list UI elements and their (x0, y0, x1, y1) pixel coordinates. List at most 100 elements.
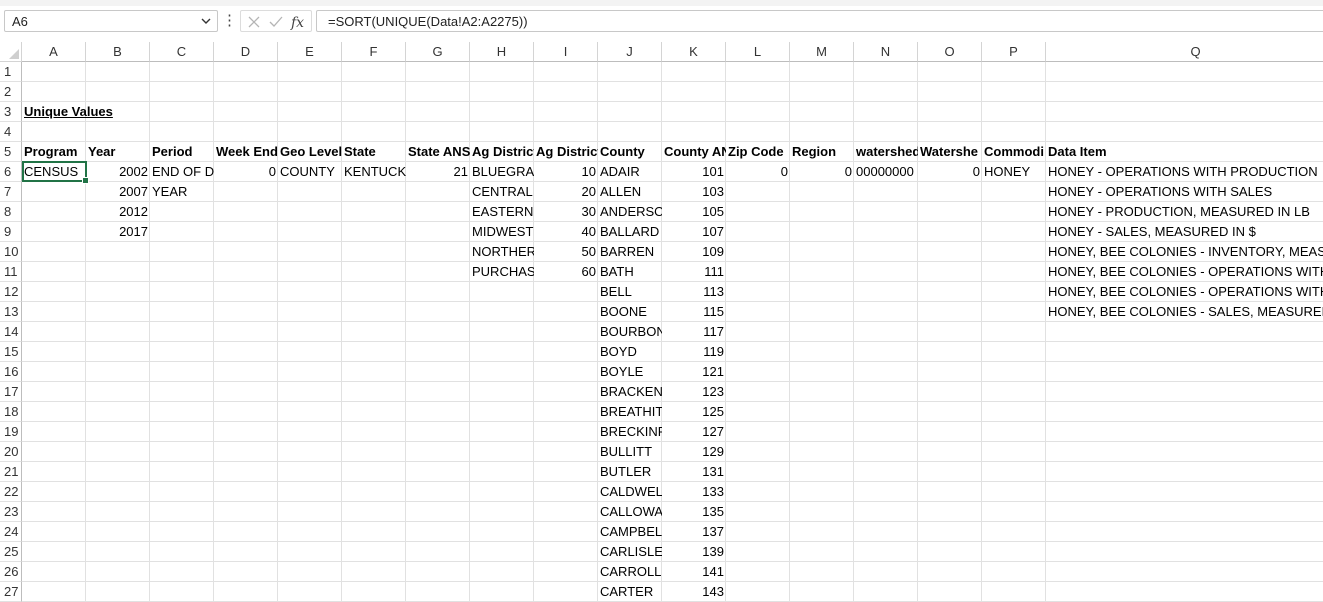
table-cell[interactable]: KENTUCKY (342, 162, 406, 182)
column-label[interactable]: Watershe (918, 142, 982, 162)
column-label[interactable]: Region (790, 142, 854, 162)
table-cell[interactable]: CENTRAL (470, 182, 534, 202)
table-cell[interactable]: BRACKEN (598, 382, 662, 402)
table-cell[interactable]: BALLARD (598, 222, 662, 242)
table-cell[interactable]: CENSUS (22, 162, 86, 182)
table-cell[interactable]: BULLITT (598, 442, 662, 462)
table-cell[interactable]: HONEY (982, 162, 1046, 182)
table-cell[interactable]: 2017 (86, 222, 150, 242)
column-header-h[interactable]: H (470, 42, 534, 62)
table-cell[interactable]: 123 (662, 382, 726, 402)
row-header-18[interactable]: 18 (0, 402, 22, 422)
column-label[interactable]: State (342, 142, 406, 162)
row-header-20[interactable]: 20 (0, 442, 22, 462)
column-header-n[interactable]: N (854, 42, 918, 62)
column-header-k[interactable]: K (662, 42, 726, 62)
column-label[interactable]: County AN (662, 142, 726, 162)
table-cell[interactable]: BATH (598, 262, 662, 282)
table-cell[interactable]: 0 (214, 162, 278, 182)
sheet-title[interactable]: Unique Values (22, 102, 222, 122)
column-header-a[interactable]: A (22, 42, 86, 62)
column-header-d[interactable]: D (214, 42, 278, 62)
table-cell[interactable]: 0 (918, 162, 982, 182)
table-cell[interactable]: END OF DE (150, 162, 214, 182)
table-cell[interactable]: YEAR (150, 182, 214, 202)
table-cell[interactable]: 105 (662, 202, 726, 222)
table-cell[interactable]: 40 (534, 222, 598, 242)
row-header-21[interactable]: 21 (0, 462, 22, 482)
table-cell[interactable]: COUNTY (278, 162, 342, 182)
row-header-27[interactable]: 27 (0, 582, 22, 602)
table-cell[interactable]: PURCHASE (470, 262, 534, 282)
table-cell[interactable]: 115 (662, 302, 726, 322)
table-cell[interactable]: BRECKINR (598, 422, 662, 442)
table-cell[interactable]: 10 (534, 162, 598, 182)
table-cell[interactable]: 2002 (86, 162, 150, 182)
table-cell[interactable]: NORTHERI (470, 242, 534, 262)
row-header-15[interactable]: 15 (0, 342, 22, 362)
table-cell[interactable]: BELL (598, 282, 662, 302)
column-header-g[interactable]: G (406, 42, 470, 62)
table-cell[interactable]: 20 (534, 182, 598, 202)
table-cell[interactable]: EASTERN ( (470, 202, 534, 222)
table-cell[interactable]: 119 (662, 342, 726, 362)
row-header-14[interactable]: 14 (0, 322, 22, 342)
row-header-8[interactable]: 8 (0, 202, 22, 222)
table-cell[interactable]: HONEY, BEE COLONIES - OPERATIONS WITH S. (1046, 282, 1323, 302)
row-header-3[interactable]: 3 (0, 102, 22, 122)
table-cell[interactable]: 139 (662, 542, 726, 562)
table-cell[interactable]: 2012 (86, 202, 150, 222)
table-cell[interactable]: MIDWESTI (470, 222, 534, 242)
table-cell[interactable]: CARTER (598, 582, 662, 602)
table-cell[interactable]: BOONE (598, 302, 662, 322)
column-header-q[interactable]: Q (1046, 42, 1323, 62)
row-header-6[interactable]: 6 (0, 162, 22, 182)
formula-input[interactable]: =SORT(UNIQUE(Data!A2:A2275)) (316, 10, 1323, 32)
column-label[interactable]: County (598, 142, 662, 162)
row-header-22[interactable]: 22 (0, 482, 22, 502)
table-cell[interactable]: 30 (534, 202, 598, 222)
row-header-4[interactable]: 4 (0, 122, 22, 142)
row-header-10[interactable]: 10 (0, 242, 22, 262)
row-header-25[interactable]: 25 (0, 542, 22, 562)
row-header-26[interactable]: 26 (0, 562, 22, 582)
row-header-5[interactable]: 5 (0, 142, 22, 162)
row-header-2[interactable]: 2 (0, 82, 22, 102)
column-label[interactable]: Zip Code (726, 142, 790, 162)
column-header-m[interactable]: M (790, 42, 854, 62)
row-header-11[interactable]: 11 (0, 262, 22, 282)
table-cell[interactable]: HONEY, BEE COLONIES - OPERATIONS WITH IN (1046, 262, 1323, 282)
row-header-24[interactable]: 24 (0, 522, 22, 542)
table-cell[interactable]: ADAIR (598, 162, 662, 182)
table-cell[interactable]: CALLOWA (598, 502, 662, 522)
table-cell[interactable]: 60 (534, 262, 598, 282)
table-cell[interactable]: BUTLER (598, 462, 662, 482)
table-cell[interactable]: BLUEGRAS (470, 162, 534, 182)
checkmark-icon[interactable] (267, 13, 285, 31)
table-cell[interactable]: 101 (662, 162, 726, 182)
table-cell[interactable]: HONEY - OPERATIONS WITH SALES (1046, 182, 1323, 202)
table-cell[interactable]: HONEY - OPERATIONS WITH PRODUCTION (1046, 162, 1323, 182)
table-cell[interactable]: 103 (662, 182, 726, 202)
row-header-7[interactable]: 7 (0, 182, 22, 202)
table-cell[interactable]: HONEY - SALES, MEASURED IN $ (1046, 222, 1323, 242)
column-label[interactable]: Ag District (470, 142, 534, 162)
name-box[interactable]: A6 (4, 10, 218, 32)
column-label[interactable]: Data Item (1046, 142, 1323, 162)
table-cell[interactable]: ANDERSO (598, 202, 662, 222)
column-label[interactable]: Year (86, 142, 150, 162)
table-cell[interactable]: 111 (662, 262, 726, 282)
row-header-13[interactable]: 13 (0, 302, 22, 322)
table-cell[interactable]: 107 (662, 222, 726, 242)
table-cell[interactable]: 117 (662, 322, 726, 342)
table-cell[interactable]: 125 (662, 402, 726, 422)
column-header-i[interactable]: I (534, 42, 598, 62)
table-cell[interactable]: 135 (662, 502, 726, 522)
table-cell[interactable]: 127 (662, 422, 726, 442)
column-label[interactable]: Period (150, 142, 214, 162)
table-cell[interactable]: 143 (662, 582, 726, 602)
row-header-19[interactable]: 19 (0, 422, 22, 442)
fx-icon[interactable]: fx (290, 13, 308, 31)
column-label[interactable]: Commodi (982, 142, 1046, 162)
close-icon[interactable] (245, 13, 263, 31)
